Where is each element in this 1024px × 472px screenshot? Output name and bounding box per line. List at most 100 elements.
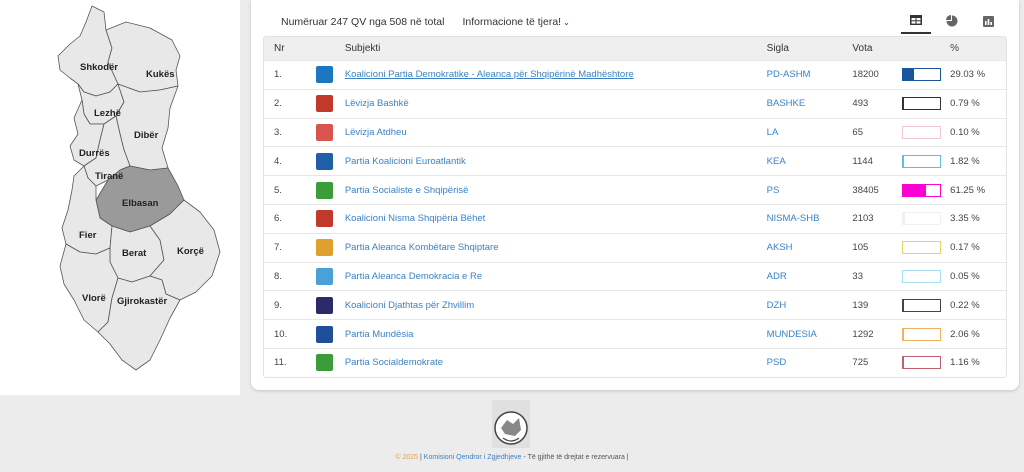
row-percent: 0.10 % (950, 126, 980, 138)
tab-bar-view[interactable] (973, 8, 1003, 34)
table-row[interactable]: 3. Lëvizja Atdheu LA 65 0.10 % (264, 117, 1006, 147)
row-sigla[interactable]: PSD (767, 357, 853, 368)
share-bar-fill (903, 184, 926, 196)
row-logo-cell (304, 152, 345, 170)
row-percent: 1.82 % (950, 155, 980, 167)
map-label-durres: Durrës (79, 148, 110, 159)
table-row[interactable]: 2. Lëvizja Bashkë BASHKE 493 0.79 % (264, 88, 1006, 118)
row-sigla[interactable]: NISMA-SHB (767, 213, 853, 224)
share-bar (902, 183, 942, 197)
row-sigla[interactable]: LA (767, 127, 853, 138)
party-logo-icon (315, 152, 333, 170)
row-party-link[interactable]: Lëvizja Atdheu (345, 127, 767, 138)
row-sigla[interactable]: PD-ASHM (767, 69, 853, 80)
row-party-link[interactable]: Koalicioni Partia Demokratike - Aleanca … (345, 69, 767, 80)
footer-copyright: © 2025 | Komisioni Qendror i Zgjedhjeve … (0, 454, 1024, 461)
row-votes: 1144 (852, 155, 873, 167)
row-logo-cell (304, 95, 345, 113)
share-bar (902, 327, 942, 341)
table-row[interactable]: 7. Partia Aleanca Kombëtare Shqiptare AK… (264, 232, 1006, 262)
tab-table-view[interactable] (901, 8, 931, 34)
party-logo-icon (315, 239, 333, 257)
header-sigla[interactable]: Sigla (767, 43, 853, 54)
map-label-gjirokaster: Gjirokastër (117, 296, 167, 307)
row-party-link[interactable]: Koalicioni Djathtas për Zhvillim (345, 300, 767, 311)
header-subjekti[interactable]: Subjekti (345, 43, 767, 54)
row-party-link[interactable]: Partia Socialiste e Shqipërisë (345, 185, 767, 196)
more-info-dropdown[interactable]: Informacione të tjera! ⌄ (462, 16, 569, 28)
row-logo-cell (304, 239, 345, 257)
row-votes: 139 (852, 299, 869, 311)
share-bar-fill (903, 213, 905, 225)
party-logo-icon (315, 296, 333, 314)
row-sigla[interactable]: BASHKE (767, 98, 853, 109)
bar-chart-icon (982, 15, 994, 27)
table-row[interactable]: 8. Partia Aleanca Demokracia e Re ADR 33… (264, 261, 1006, 291)
row-nr: 8. (274, 270, 282, 282)
map-region-kukes[interactable] (105, 21, 181, 93)
table-row[interactable]: 10. Partia Mundësia MUNDESIA 1292 2.06 % (264, 319, 1006, 348)
share-bar (902, 97, 942, 111)
map-label-elbasan: Elbasan (122, 198, 159, 209)
row-sigla[interactable]: KEA (767, 156, 853, 167)
table-row[interactable]: 5. Partia Socialiste e Shqipërisë PS 384… (264, 175, 1006, 204)
row-logo-cell (304, 296, 345, 314)
row-share-bar-cell (902, 327, 950, 341)
party-logo-icon (315, 267, 333, 285)
party-logo-icon (315, 123, 333, 141)
share-bar (902, 241, 942, 255)
row-percent: 29.03 % (950, 69, 986, 81)
table-row[interactable]: 1. Koalicioni Partia Demokratike - Alean… (264, 60, 1006, 89)
share-bar (902, 269, 942, 283)
row-share-bar-cell (902, 356, 950, 370)
results-card: Numëruar 247 QV nga 508 në total Informa… (251, 0, 1019, 390)
table-header: Nr Subjekti Sigla Vota % (264, 37, 1006, 60)
party-logo-icon (315, 66, 333, 84)
party-logo-icon (315, 181, 333, 199)
row-sigla[interactable]: ADR (767, 271, 853, 282)
row-party-link[interactable]: Partia Aleanca Kombëtare Shqiptare (345, 242, 767, 253)
results-topbar: Numëruar 247 QV nga 508 në total Informa… (281, 14, 570, 30)
share-bar-fill (903, 69, 915, 81)
table-row[interactable]: 4. Partia Koalicioni Euroatlantik KEA 11… (264, 146, 1006, 175)
row-share-bar-cell (902, 68, 950, 82)
row-percent: 1.16 % (950, 357, 980, 369)
row-party-link[interactable]: Partia Koalicioni Euroatlantik (345, 156, 767, 167)
party-logo-icon (315, 210, 333, 228)
kqz-logo-icon (492, 400, 530, 448)
results-table: Nr Subjekti Sigla Vota % 1. Koalicioni P… (263, 36, 1007, 378)
row-party-link[interactable]: Partia Aleanca Demokracia e Re (345, 271, 767, 282)
row-nr: 11. (274, 357, 287, 369)
table-row[interactable]: 11. Partia Socialdemokrate PSD 725 1.16 … (264, 347, 1006, 377)
header-pct[interactable]: % (950, 43, 1006, 54)
row-nr: 7. (274, 242, 282, 254)
row-sigla[interactable]: PS (767, 185, 853, 196)
footer-org-link[interactable]: Komisioni Qendror i Zgjedhjeve (424, 454, 522, 461)
party-logo-icon (315, 354, 333, 372)
tab-pie-view[interactable] (937, 8, 967, 34)
map-region-shkoder[interactable] (57, 5, 119, 97)
row-sigla[interactable]: AKSH (767, 242, 853, 253)
row-party-link[interactable]: Partia Socialdemokrate (345, 357, 767, 368)
row-percent: 2.06 % (950, 328, 980, 340)
footer-rights: - Të gjithë të drejtat e rezervuara | (521, 454, 629, 461)
map-label-diber: Dibër (134, 130, 159, 141)
table-row[interactable]: 6. Koalicioni Nisma Shqipëria Bëhet NISM… (264, 203, 1006, 233)
row-share-bar-cell (902, 183, 950, 197)
row-percent: 61.25 % (950, 184, 986, 196)
row-sigla[interactable]: DZH (767, 300, 853, 311)
map-label-lezhe: Lezhë (94, 108, 121, 119)
row-sigla[interactable]: MUNDESIA (767, 329, 853, 340)
map-label-vlore: Vlorë (82, 293, 106, 304)
table-row[interactable]: 9. Koalicioni Djathtas për Zhvillim DZH … (264, 290, 1006, 319)
row-party-link[interactable]: Partia Mundësia (345, 329, 767, 340)
map-label-shkoder: Shkodër (80, 62, 118, 73)
row-votes: 725 (852, 357, 869, 369)
row-percent: 0.05 % (950, 270, 980, 282)
header-vota[interactable]: Vota (852, 43, 902, 54)
header-nr[interactable]: Nr (264, 43, 304, 54)
row-logo-cell (304, 123, 345, 141)
share-bar (902, 298, 942, 312)
row-party-link[interactable]: Koalicioni Nisma Shqipëria Bëhet (345, 213, 767, 224)
row-party-link[interactable]: Lëvizja Bashkë (345, 98, 767, 109)
